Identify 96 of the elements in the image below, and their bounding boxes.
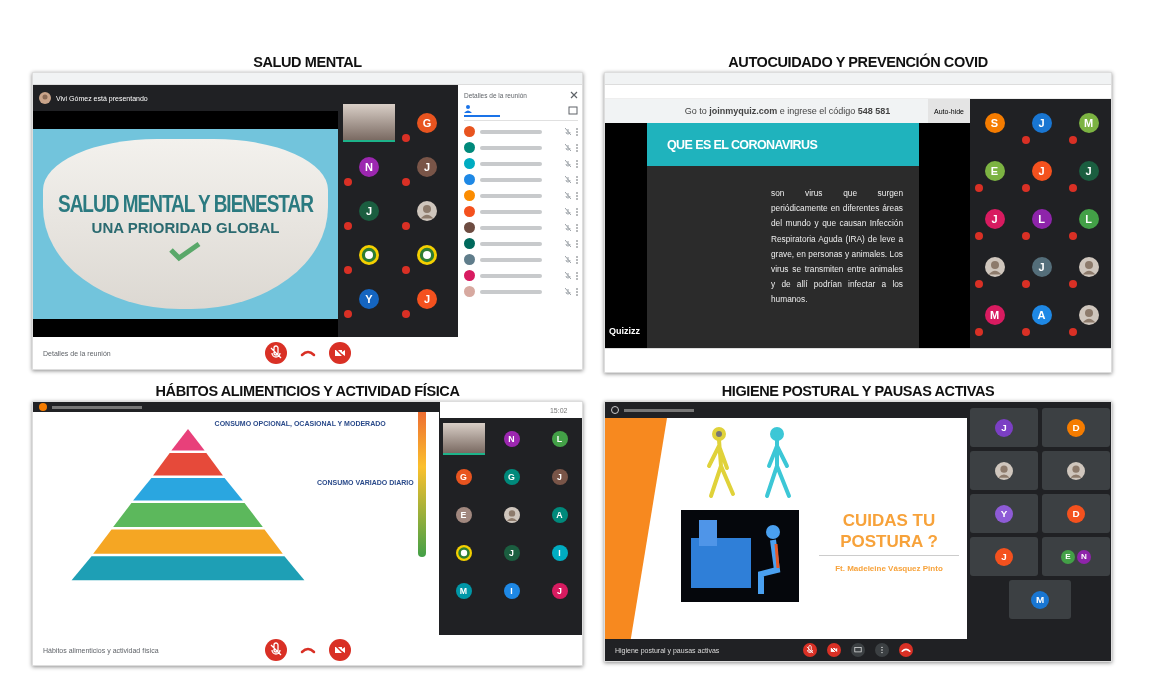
- participant-avatar: J: [551, 469, 568, 485]
- participant-avatar: I: [551, 545, 568, 561]
- hang-up-button[interactable]: [899, 643, 913, 657]
- panel-heading: HÁBITOS ALIMENTICIOS Y ACTIVIDAD FÍSICA: [155, 383, 460, 399]
- avatar-silhouette-icon: [503, 507, 520, 523]
- participant-avatar: J: [1031, 113, 1052, 133]
- participant-avatar: E: [984, 161, 1005, 181]
- mic-icon: [565, 128, 571, 135]
- avatar-silhouette-icon: [1078, 257, 1099, 277]
- participant-avatar: I: [503, 583, 520, 599]
- redacted-text: [624, 408, 694, 412]
- avatar-silhouette-icon: [1067, 461, 1085, 480]
- participant-avatar: M: [1031, 590, 1049, 609]
- avatar-silhouette-icon: [1078, 305, 1099, 325]
- participant-avatar: N: [503, 431, 520, 447]
- participant-avatar: G: [417, 113, 437, 133]
- redacted-text: [480, 241, 542, 246]
- emblem-icon: [417, 245, 437, 265]
- slide-title: SALUD MENTAL Y BIENESTAR: [57, 189, 313, 218]
- participant-avatar: J: [995, 547, 1013, 566]
- participant-avatar: Y: [995, 504, 1013, 523]
- participant-avatar: L: [1031, 209, 1052, 229]
- emblem-icon: [455, 545, 472, 561]
- participant-avatar: J: [984, 209, 1005, 229]
- mic-icon: [565, 256, 571, 263]
- participant-avatar: J: [1031, 161, 1052, 181]
- redacted-text: [480, 193, 542, 198]
- mic-icon: [565, 144, 571, 151]
- participant-avatar: E: [455, 507, 472, 523]
- participant-avatar: S: [984, 113, 1005, 133]
- redacted-text: [480, 289, 542, 294]
- redacted-text: [480, 209, 542, 214]
- close-icon[interactable]: [570, 91, 578, 99]
- participant-avatar: A: [1031, 305, 1052, 325]
- presenter-avatar-icon: [611, 406, 619, 414]
- participant-avatar: N: [359, 157, 379, 177]
- panel-heading: HIGIENE POSTURAL Y PAUSAS ACTIVAS: [721, 383, 995, 399]
- present-button[interactable]: [851, 643, 865, 657]
- participant-avatar: N: [1077, 549, 1091, 564]
- author-name: Ft. Madeleine Vásquez Pinto: [835, 564, 943, 573]
- participant-avatar: G: [503, 469, 520, 485]
- redacted-text: [480, 129, 542, 134]
- redacted-text: [480, 161, 542, 166]
- quiz-join-text: Go to joinmyquiz.com e ingrese el código 548 581: [684, 106, 891, 116]
- participant-avatar: M: [1078, 113, 1099, 133]
- mic-icon: [565, 176, 571, 183]
- camera-off-button[interactable]: [827, 643, 841, 657]
- mic-icon: [565, 240, 571, 247]
- participant-avatar: J: [417, 157, 437, 177]
- people-tab-icon[interactable]: [464, 104, 500, 117]
- more-options-button[interactable]: [875, 643, 889, 657]
- participant-avatar: L: [1078, 209, 1099, 229]
- avatar-silhouette-icon: [417, 201, 437, 221]
- slide-title: QUE ES EL CORONAVIRUS: [667, 137, 818, 152]
- participant-avatar: E: [1061, 549, 1075, 564]
- slide-paragraph: son virus que surgen periódicamente en diferentes áreas del mundo y que causan Infección Respiratoria Aguda (IRA) de leve a grave, en personas y animales. Los virus se transmiten entre animales y de allí podrían infectar a los humanos.: [771, 187, 903, 307]
- mic-icon: [565, 192, 571, 199]
- video-placeholder: [442, 423, 485, 455]
- slide-subtitle: UNA PRIORIDAD GLOBAL: [91, 218, 280, 236]
- presenter-avatar-icon: [39, 403, 47, 411]
- participant-avatar: L: [551, 431, 568, 447]
- avatar-silhouette-icon: [984, 257, 1005, 277]
- slide-title: CUIDAS TU POSTURA ?: [839, 510, 939, 552]
- participant-avatar: M: [984, 305, 1005, 325]
- participant-avatar: J: [1031, 257, 1052, 277]
- presenter-avatar-icon: [39, 92, 51, 104]
- redacted-text: [480, 177, 542, 182]
- mic-icon: [565, 288, 571, 295]
- participant-avatar: D: [1067, 418, 1085, 437]
- participant-avatar: J: [359, 201, 379, 221]
- checkmark-icon: [168, 239, 203, 262]
- participant-avatar: A: [551, 507, 568, 523]
- redacted-text: [480, 273, 542, 278]
- emblem-icon: [359, 245, 379, 265]
- redacted-text: [480, 257, 542, 262]
- participant-avatar: J: [417, 289, 437, 309]
- participant-avatar: J: [551, 583, 568, 599]
- participant-avatar: M: [455, 583, 472, 599]
- avatar-silhouette-icon: [995, 461, 1013, 480]
- mic-icon: [565, 160, 571, 167]
- participant-avatar: J: [503, 545, 520, 561]
- panel-heading: AUTOCUIDADO Y PREVENCIÓN COVID: [728, 54, 988, 70]
- mic-icon: [565, 224, 571, 231]
- participant-avatar: G: [455, 469, 472, 485]
- redacted-text: [480, 225, 542, 230]
- participant-avatar: Y: [359, 289, 379, 309]
- mic-icon: [565, 272, 571, 279]
- quizizz-logo: Quizizz: [609, 326, 640, 336]
- mic-off-button[interactable]: [803, 643, 817, 657]
- mic-icon: [565, 208, 571, 215]
- chat-tab-icon[interactable]: [568, 106, 578, 115]
- redacted-text: [480, 145, 542, 150]
- participant-avatar: D: [1067, 504, 1085, 523]
- participant-avatar: J: [1078, 161, 1099, 181]
- panel-heading: SALUD MENTAL: [253, 54, 362, 70]
- participant-avatar: J: [995, 418, 1013, 437]
